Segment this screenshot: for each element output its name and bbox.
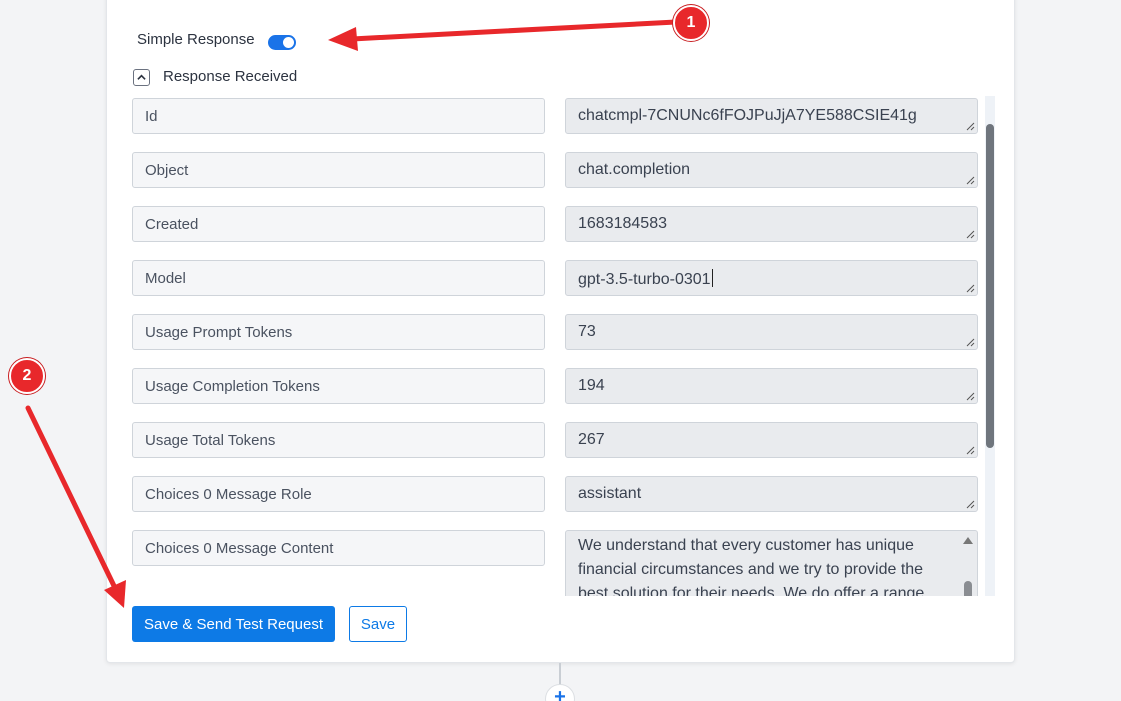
field-key: Usage Prompt Tokens bbox=[132, 314, 545, 350]
resize-grip-icon[interactable] bbox=[965, 391, 975, 401]
field-value-text: assistant bbox=[578, 485, 642, 502]
resize-grip-icon[interactable] bbox=[965, 283, 975, 293]
text-cursor bbox=[711, 269, 713, 287]
resize-grip-icon[interactable] bbox=[965, 121, 975, 131]
field-row: Created 1683184583 bbox=[132, 204, 982, 242]
simple-response-toggle[interactable] bbox=[268, 35, 296, 50]
field-value[interactable]: 194 bbox=[565, 368, 978, 404]
content-scrollbar[interactable] bbox=[961, 533, 975, 596]
toggle-knob bbox=[283, 37, 294, 48]
field-value-text: 194 bbox=[578, 377, 605, 394]
field-value[interactable]: chatcmpl-7CNUNc6fFOJPuJjA7YE588CSIE41g bbox=[565, 98, 978, 134]
field-key: Usage Completion Tokens bbox=[132, 368, 545, 404]
field-value-text: We understand that every customer has un… bbox=[578, 537, 925, 596]
field-value[interactable]: gpt-3.5-turbo-0301 bbox=[565, 260, 978, 296]
field-key: Id bbox=[132, 98, 545, 134]
collapse-response-button[interactable] bbox=[133, 69, 150, 86]
field-value-text: chatcmpl-7CNUNc6fFOJPuJjA7YE588CSIE41g bbox=[578, 107, 917, 124]
field-key: Usage Total Tokens bbox=[132, 422, 545, 458]
field-value-text: 73 bbox=[578, 323, 596, 340]
field-value[interactable]: 1683184583 bbox=[565, 206, 978, 242]
fields-scrollbar[interactable] bbox=[985, 96, 995, 596]
simple-response-label: Simple Response bbox=[137, 31, 255, 48]
field-key: Created bbox=[132, 206, 545, 242]
field-row: Choices 0 Message Content We understand … bbox=[132, 528, 982, 596]
resize-grip-icon[interactable] bbox=[965, 175, 975, 185]
annotation-badge-2: 2 bbox=[9, 358, 45, 394]
resize-grip-icon[interactable] bbox=[965, 337, 975, 347]
field-value-text: 267 bbox=[578, 431, 605, 448]
resize-grip-icon[interactable] bbox=[965, 445, 975, 455]
arrow-2-shaft bbox=[25, 405, 119, 593]
response-received-label: Response Received bbox=[163, 68, 298, 85]
save-button[interactable]: Save bbox=[349, 606, 407, 642]
response-fields-list: Id chatcmpl-7CNUNc6fFOJPuJjA7YE588CSIE41… bbox=[132, 96, 994, 596]
field-row: Model gpt-3.5-turbo-0301 bbox=[132, 258, 982, 296]
field-value[interactable]: assistant bbox=[565, 476, 978, 512]
field-row: Choices 0 Message Role assistant bbox=[132, 474, 982, 512]
resize-grip-icon[interactable] bbox=[965, 229, 975, 239]
add-step-button[interactable]: + bbox=[545, 684, 575, 701]
annotation-badge-1: 1 bbox=[673, 5, 709, 41]
scrollbar-thumb[interactable] bbox=[964, 581, 972, 596]
field-value[interactable]: chat.completion bbox=[565, 152, 978, 188]
field-key: Object bbox=[132, 152, 545, 188]
field-row: Id chatcmpl-7CNUNc6fFOJPuJjA7YE588CSIE41… bbox=[132, 96, 982, 134]
save-send-test-request-button[interactable]: Save & Send Test Request bbox=[132, 606, 335, 642]
plus-icon: + bbox=[554, 686, 566, 701]
chevron-up-icon bbox=[137, 74, 146, 80]
field-key: Model bbox=[132, 260, 545, 296]
field-value-text: chat.completion bbox=[578, 161, 691, 178]
field-row: Usage Completion Tokens 194 bbox=[132, 366, 982, 404]
field-row: Object chat.completion bbox=[132, 150, 982, 188]
scroll-up-arrow-icon[interactable] bbox=[963, 537, 973, 544]
scrollbar-thumb[interactable] bbox=[986, 124, 994, 448]
field-value-text: 1683184583 bbox=[578, 215, 667, 232]
field-row: Usage Prompt Tokens 73 bbox=[132, 312, 982, 350]
field-row: Usage Total Tokens 267 bbox=[132, 420, 982, 458]
field-value[interactable]: 267 bbox=[565, 422, 978, 458]
field-value[interactable]: 73 bbox=[565, 314, 978, 350]
field-key: Choices 0 Message Role bbox=[132, 476, 545, 512]
field-value[interactable]: We understand that every customer has un… bbox=[565, 530, 978, 596]
field-value-text: gpt-3.5-turbo-0301 bbox=[578, 271, 711, 288]
resize-grip-icon[interactable] bbox=[965, 499, 975, 509]
field-key: Choices 0 Message Content bbox=[132, 530, 545, 566]
